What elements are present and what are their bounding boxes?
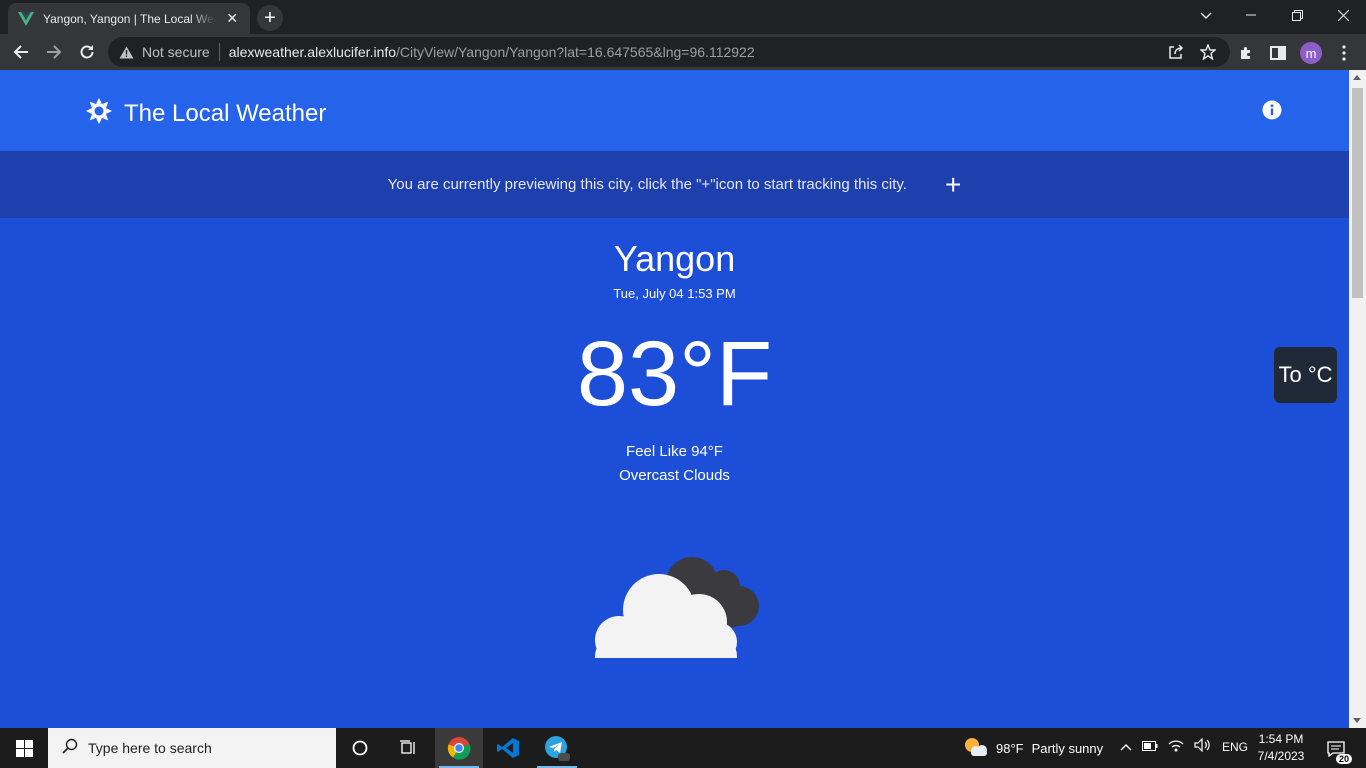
scroll-up-arrow-icon[interactable] bbox=[1353, 75, 1361, 80]
window-controls bbox=[1228, 0, 1366, 34]
preview-banner: You are currently previewing this city, … bbox=[0, 151, 1349, 218]
telegram-taskbar-icon[interactable] bbox=[533, 728, 581, 768]
battery-icon[interactable] bbox=[1142, 740, 1158, 754]
input-language[interactable]: ENG bbox=[1222, 740, 1248, 754]
warning-triangle-icon[interactable] bbox=[118, 44, 134, 60]
tray-weather-temp: 98°F bbox=[996, 741, 1024, 756]
scrollbar-thumb[interactable] bbox=[1352, 88, 1363, 298]
chrome-taskbar-icon[interactable] bbox=[435, 728, 483, 768]
url-path: /CityView/Yangon/Yangon?lat=16.647565&ln… bbox=[396, 44, 755, 60]
cortana-icon[interactable] bbox=[336, 728, 384, 768]
browser-menu-icon[interactable] bbox=[1334, 43, 1354, 63]
omnibox-divider bbox=[218, 43, 220, 61]
forward-arrow-icon[interactable] bbox=[41, 39, 67, 65]
tray-weather-desc: Partly sunny bbox=[1031, 741, 1104, 756]
show-hidden-icons-chevron-icon[interactable] bbox=[1120, 740, 1132, 754]
tab-search-chevron-icon[interactable] bbox=[1196, 6, 1216, 26]
sun-gear-icon bbox=[86, 98, 112, 129]
partly-sunny-icon bbox=[962, 736, 988, 761]
new-tab-button[interactable]: + bbox=[257, 5, 283, 31]
notification-center-icon[interactable]: 20 bbox=[1322, 738, 1352, 764]
brand-title: The Local Weather bbox=[124, 99, 327, 127]
search-icon bbox=[62, 738, 78, 759]
current-temperature: 83°F bbox=[576, 323, 773, 425]
scroll-down-arrow-icon[interactable] bbox=[1353, 718, 1361, 723]
overcast-clouds-icon bbox=[587, 548, 767, 728]
browser-tab-active[interactable]: Yangon, Yangon | The Local Weather ✕ bbox=[8, 3, 250, 34]
close-window-icon[interactable] bbox=[1320, 0, 1366, 30]
wifi-icon[interactable] bbox=[1168, 738, 1184, 755]
vue-logo-icon bbox=[18, 11, 34, 27]
taskbar-search-box[interactable]: Type here to search bbox=[48, 728, 336, 768]
feels-like: Feel Like 94°F bbox=[626, 443, 723, 460]
weather-description: Overcast Clouds bbox=[619, 467, 730, 484]
notification-count-badge: 20 bbox=[1335, 754, 1352, 764]
back-arrow-icon[interactable] bbox=[8, 39, 34, 65]
clock-time: 1:54 PM bbox=[1258, 732, 1304, 746]
extensions-area: m bbox=[1236, 42, 1354, 64]
search-placeholder: Type here to search bbox=[88, 740, 212, 756]
local-datetime: Tue, July 04 1:53 PM bbox=[613, 286, 736, 301]
unit-toggle-button[interactable]: To °C bbox=[1274, 347, 1337, 403]
tab-title: Yangon, Yangon | The Local Weather bbox=[43, 11, 216, 26]
preview-message: You are currently previewing this city, … bbox=[387, 176, 907, 193]
site-header: The Local Weather bbox=[0, 70, 1349, 151]
brand[interactable]: The Local Weather bbox=[86, 98, 326, 129]
side-panel-icon[interactable] bbox=[1268, 43, 1288, 63]
bookmark-star-icon[interactable] bbox=[1198, 42, 1218, 62]
browser-tab-strip: Yangon, Yangon | The Local Weather ✕ + bbox=[0, 0, 1366, 34]
url-host: alexweather.alexlucifer.info bbox=[228, 44, 397, 60]
reload-icon[interactable] bbox=[74, 39, 100, 65]
security-status[interactable]: Not secure bbox=[142, 44, 210, 60]
share-icon[interactable] bbox=[1166, 42, 1186, 62]
speaker-volume-icon[interactable] bbox=[1194, 737, 1212, 755]
page-viewport: The Local Weather You are currently prev… bbox=[0, 70, 1349, 728]
tray-weather[interactable]: 98°F Partly sunny bbox=[962, 736, 1103, 761]
vscode-taskbar-icon[interactable] bbox=[484, 728, 532, 768]
system-tray: ENG bbox=[1120, 737, 1248, 755]
browser-toolbar: Not secure alexweather.alexlucifer.info … bbox=[0, 34, 1366, 70]
task-view-icon[interactable] bbox=[384, 728, 432, 768]
minimize-icon[interactable] bbox=[1228, 0, 1274, 30]
address-bar[interactable]: Not secure alexweather.alexlucifer.info … bbox=[108, 37, 1230, 67]
windows-start-icon[interactable] bbox=[0, 728, 48, 768]
add-city-plus-icon[interactable]: + bbox=[945, 170, 961, 199]
clock-date: 7/4/2023 bbox=[1257, 749, 1305, 763]
profile-avatar[interactable]: m bbox=[1300, 42, 1322, 64]
taskbar-clock[interactable]: 1:54 PM 7/4/2023 bbox=[1250, 731, 1312, 765]
page-scrollbar[interactable] bbox=[1349, 70, 1366, 728]
city-name: Yangon bbox=[613, 238, 736, 279]
tab-close-icon[interactable]: ✕ bbox=[224, 10, 240, 27]
windows-taskbar: Type here to search 98°F Partly sunny EN… bbox=[0, 728, 1366, 768]
restore-icon[interactable] bbox=[1274, 0, 1320, 30]
extensions-puzzle-icon[interactable] bbox=[1236, 43, 1256, 63]
info-icon[interactable] bbox=[1262, 100, 1282, 120]
